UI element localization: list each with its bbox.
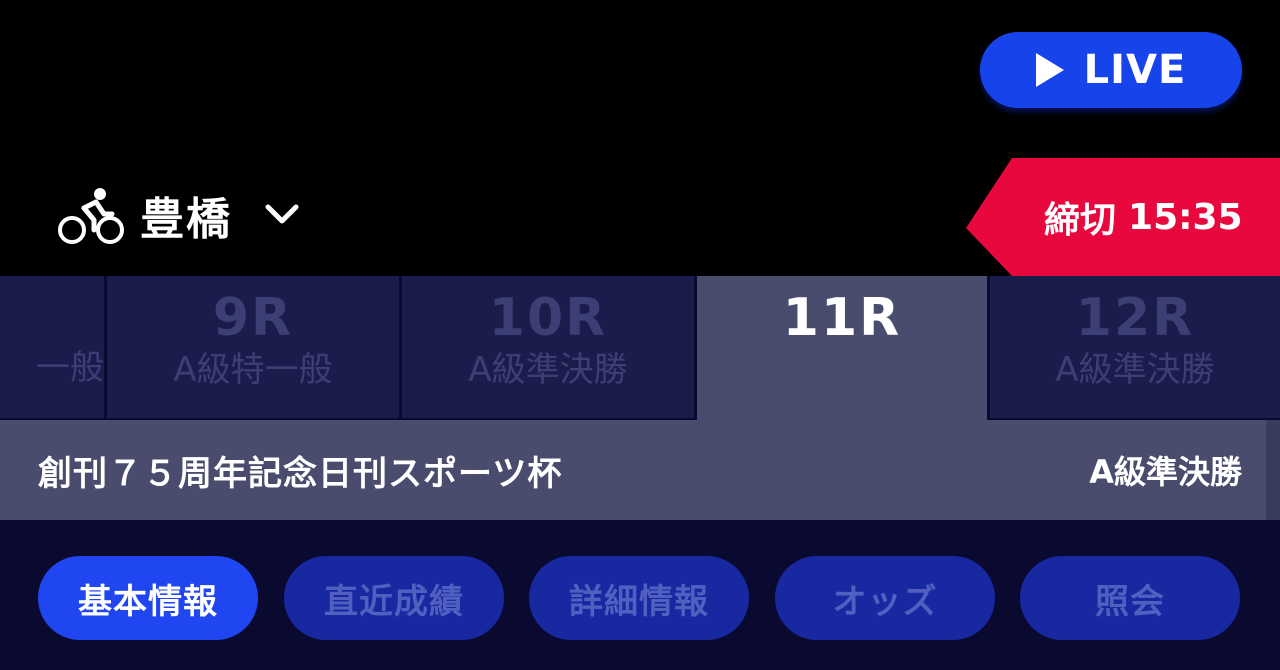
race-tab-number: 10R xyxy=(488,288,608,348)
play-icon xyxy=(1035,53,1064,87)
tab-basic-info[interactable]: 基本情報 xyxy=(38,556,258,640)
chevron-down-icon xyxy=(265,204,299,224)
deadline-text: 締切 15:35 xyxy=(1044,158,1243,276)
tab-recent-results[interactable]: 直近成績 xyxy=(284,556,504,640)
race-tab-class: A級準決勝 xyxy=(468,350,628,390)
race-page: LIVE 豊橋 締切 15:35 一般 9R A級特一般 10R A級準決勝 1… xyxy=(0,0,1280,670)
race-tab-10r[interactable]: 10R A級準決勝 xyxy=(402,276,694,418)
live-button-label: LIVE xyxy=(1083,47,1187,93)
tab-detail-info[interactable]: 詳細情報 xyxy=(529,556,749,640)
venue-name: 豊橋 xyxy=(140,194,232,245)
tab-odds[interactable]: オッズ xyxy=(775,556,995,640)
tab-label: 詳細情報 xyxy=(569,581,709,622)
race-title: 創刊７５周年記念日刊スポーツ杯 xyxy=(38,453,563,494)
race-tab-8r[interactable]: 一般 xyxy=(0,276,104,418)
race-tab-12r[interactable]: 12R A級準決勝 xyxy=(990,276,1280,418)
race-tab-class: A級準決勝 xyxy=(1055,350,1215,390)
tab-label: 直近成績 xyxy=(324,581,464,622)
race-tab-class: A級特一般 xyxy=(173,350,333,390)
live-button[interactable]: LIVE xyxy=(980,32,1242,108)
deadline-label: 締切 xyxy=(1044,200,1117,241)
info-tabs: 基本情報 直近成績 詳細情報 オッズ 照会 xyxy=(0,520,1280,670)
deadline-banner: 締切 15:35 xyxy=(966,158,1280,276)
venue-selector[interactable]: 豊橋 xyxy=(56,180,304,250)
scrollbar-edge xyxy=(1266,420,1280,520)
race-grade: A級準決勝 xyxy=(1089,453,1242,491)
race-tab-number: 12R xyxy=(1075,288,1195,348)
bicycle-icon xyxy=(58,188,124,244)
tab-label: オッズ xyxy=(832,581,938,622)
race-tab-number: 9R xyxy=(212,288,294,348)
race-tab-11r[interactable]: 11R xyxy=(697,276,987,420)
tab-label: 照会 xyxy=(1095,581,1165,622)
deadline-time: 15:35 xyxy=(1128,196,1243,238)
tab-label: 基本情報 xyxy=(78,581,218,622)
race-info-bar: 創刊７５周年記念日刊スポーツ杯 A級準決勝 xyxy=(0,420,1266,520)
race-tab-number: 11R xyxy=(782,288,902,348)
tab-inquiry[interactable]: 照会 xyxy=(1020,556,1240,640)
race-tab-9r[interactable]: 9R A級特一般 xyxy=(107,276,399,418)
race-tab-class: 一般 xyxy=(36,348,104,388)
race-tabs: 一般 9R A級特一般 10R A級準決勝 11R 12R A級準決勝 xyxy=(0,276,1280,420)
